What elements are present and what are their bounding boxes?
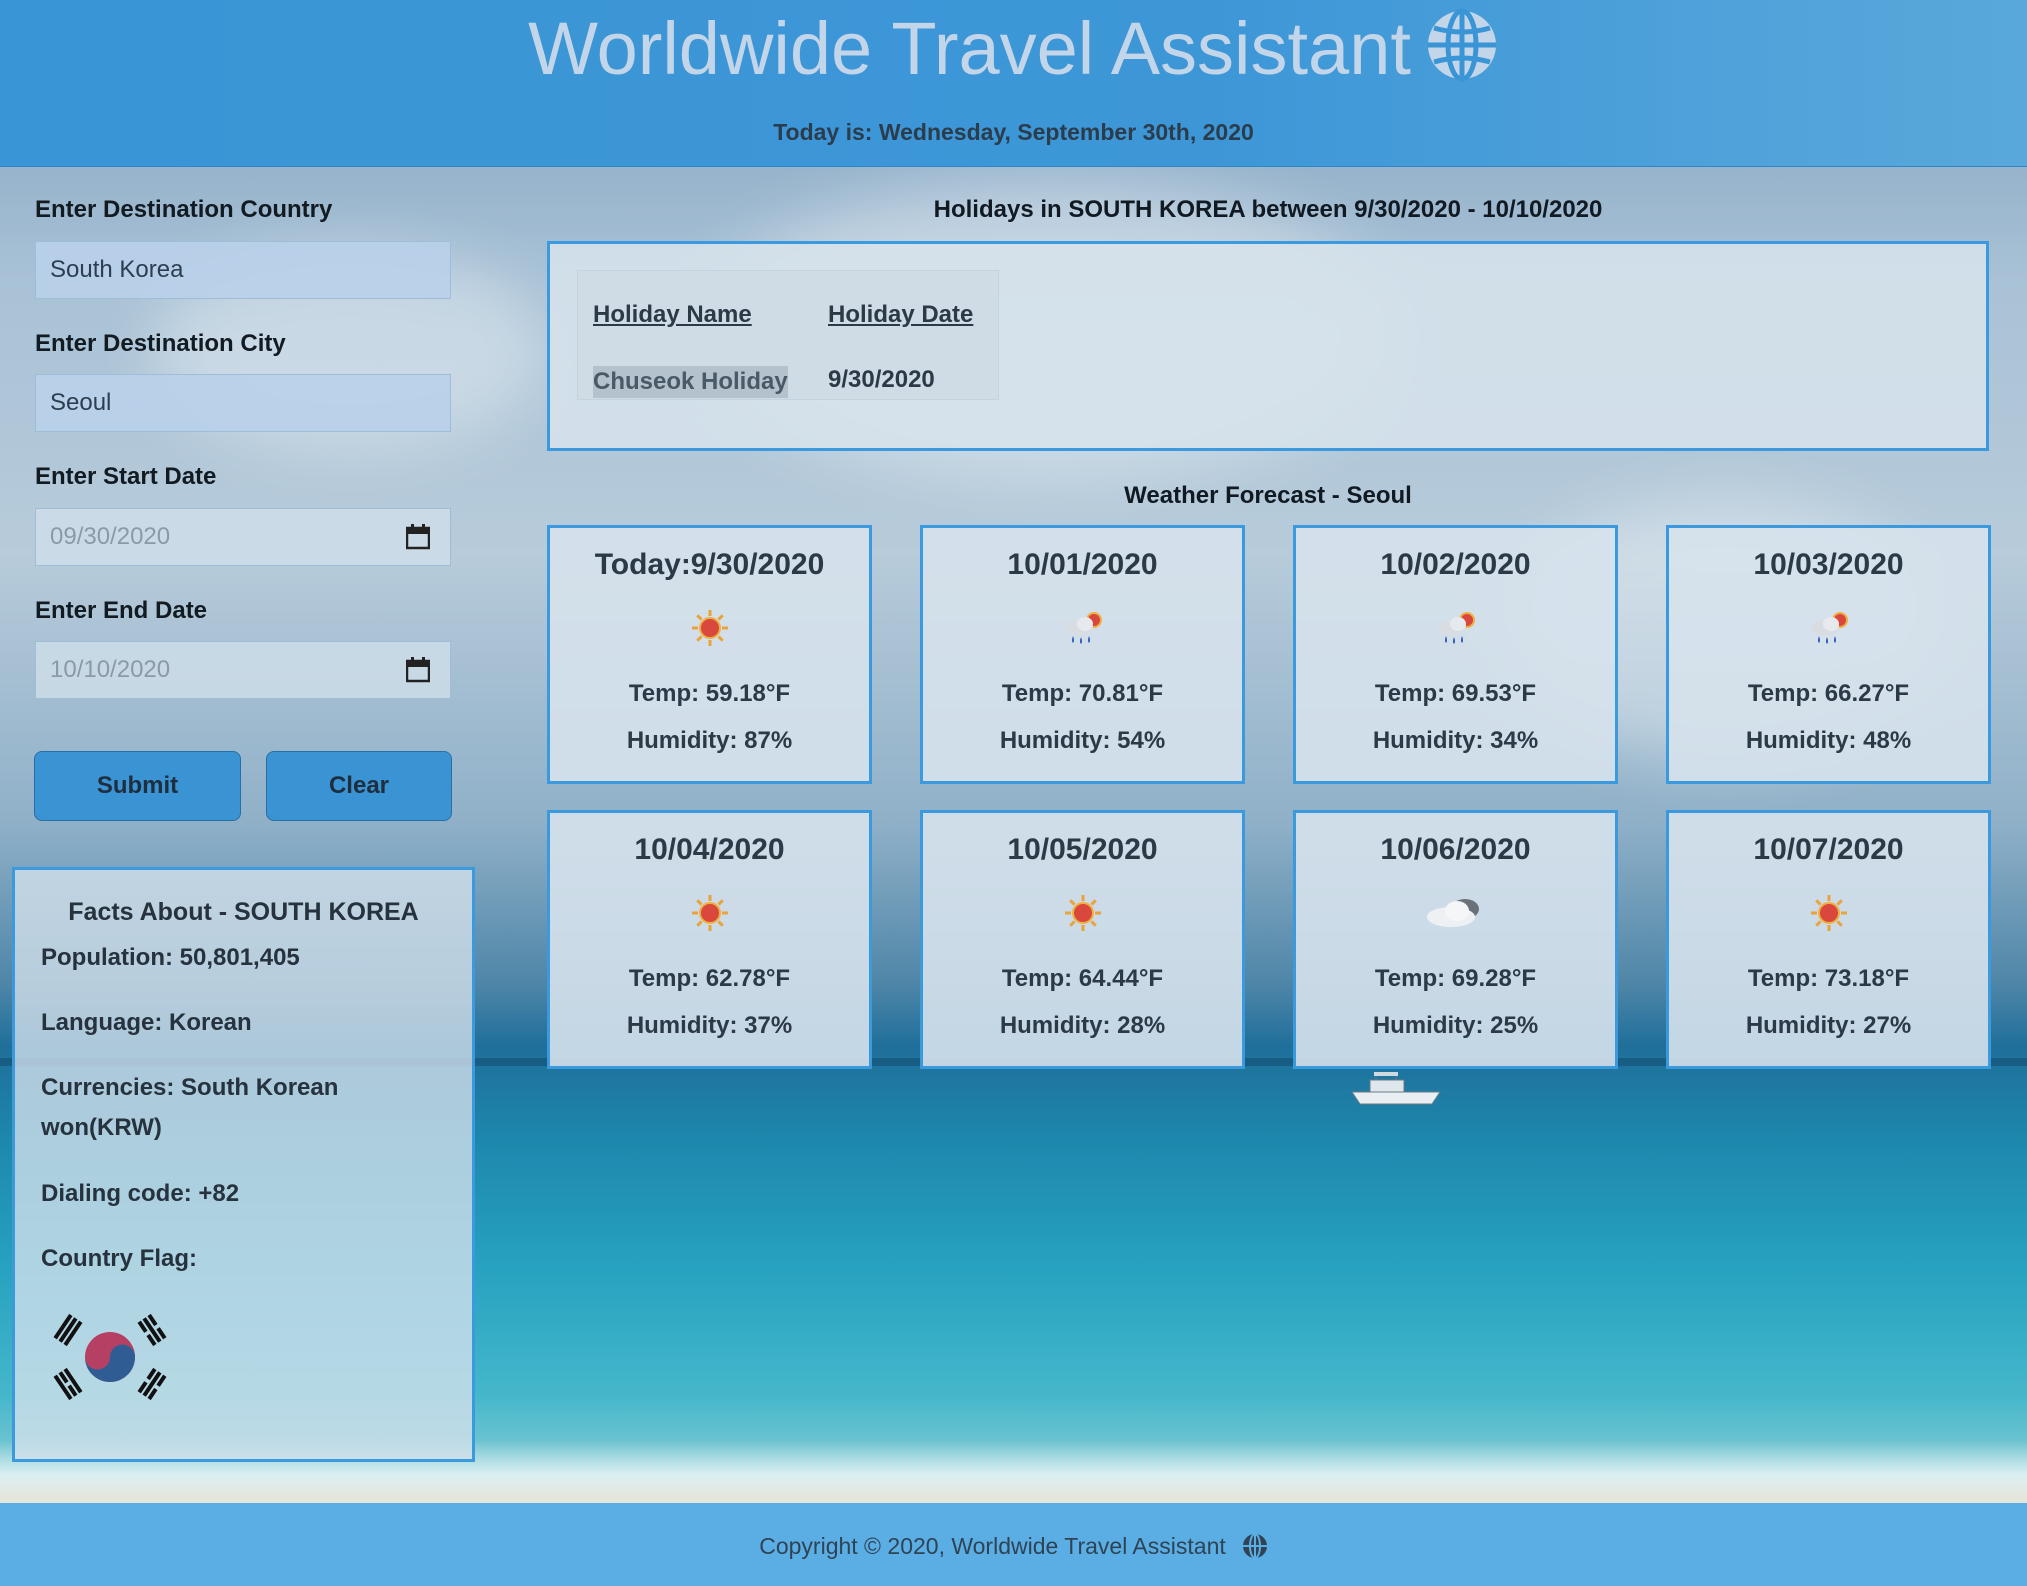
forecast-humidity: Humidity: 27% xyxy=(1745,1012,1912,1039)
copyright-label: Copyright © 2020, Worldwide Travel Assis… xyxy=(759,1533,1226,1559)
forecast-humidity: Humidity: 28% xyxy=(999,1012,1166,1039)
forecast-temp: Temp: 62.78°F xyxy=(628,965,791,992)
sun-icon xyxy=(688,606,732,650)
forecast-temp: Temp: 69.28°F xyxy=(1374,965,1537,992)
weather-card: 10/06/2020 Temp: 69.28°F Humidity: 25% xyxy=(1293,810,1618,1069)
weather-card: 10/07/2020 Temp: 73.18°F Humidity: 27% xyxy=(1666,810,1991,1069)
country-input[interactable]: South Korea xyxy=(35,241,451,299)
sun-icon xyxy=(688,891,732,935)
forecast-temp: Temp: 70.81°F xyxy=(1001,680,1164,707)
forecast-date: 10/06/2020 xyxy=(1380,833,1531,866)
submit-button[interactable]: Submit xyxy=(34,751,241,821)
forecast-humidity: Humidity: 48% xyxy=(1745,727,1912,754)
weather-card: 10/05/2020 Temp: 64.44°F Humidity: 28% xyxy=(920,810,1245,1069)
forecast-humidity: Humidity: 34% xyxy=(1372,727,1539,754)
rain-sun-icon xyxy=(1434,606,1478,650)
start-date-value: 09/30/2020 xyxy=(50,523,171,550)
weather-card: 10/03/2020 Temp: 66.27°F Humidity: 48% xyxy=(1666,525,1991,784)
cloud-icon xyxy=(1421,891,1491,935)
weather-card: 10/04/2020 Temp: 62.78°F Humidity: 37% xyxy=(547,810,872,1069)
holidays-table: Holiday Name Holiday Date Chuseok Holida… xyxy=(577,270,999,400)
start-date-input[interactable]: 09/30/2020 xyxy=(35,508,451,566)
rain-sun-icon xyxy=(1061,606,1105,650)
forecast-date: Today:9/30/2020 xyxy=(594,548,825,581)
copyright-text: Copyright © 2020, Worldwide Travel Assis… xyxy=(0,1533,2027,1560)
weather-card: 10/01/2020 Temp: 70.81°F Humidity: 54% xyxy=(920,525,1245,784)
forecast-humidity: Humidity: 87% xyxy=(626,727,793,754)
end-date-label: Enter End Date xyxy=(35,597,208,624)
forecast-date: 10/01/2020 xyxy=(1007,548,1158,581)
language-fact: Language: Korean xyxy=(41,1009,252,1036)
weather-card: 10/02/2020 Temp: 69.53°F Humidity: 34% xyxy=(1293,525,1618,784)
forecast-temp: Temp: 64.44°F xyxy=(1001,965,1164,992)
forecast-date: 10/03/2020 xyxy=(1753,548,1904,581)
holiday-date-header: Holiday Date xyxy=(828,301,974,328)
forecast-temp: Temp: 66.27°F xyxy=(1747,680,1910,707)
weather-title: Weather Forecast - Seoul xyxy=(1124,482,1412,509)
forecast-temp: Temp: 59.18°F xyxy=(628,680,791,707)
forecast-temp: Temp: 73.18°F xyxy=(1747,965,1910,992)
dialing-code-fact: Dialing code: +82 xyxy=(41,1180,240,1207)
sun-icon xyxy=(1807,891,1851,935)
city-label: Enter Destination City xyxy=(35,330,286,357)
rain-sun-icon xyxy=(1807,606,1851,650)
site-footer: Copyright © 2020, Worldwide Travel Assis… xyxy=(0,1503,2027,1586)
country-label: Enter Destination Country xyxy=(35,196,333,223)
globe-icon xyxy=(1427,8,1496,82)
forecast-humidity: Humidity: 37% xyxy=(626,1012,793,1039)
sun-icon xyxy=(1061,891,1105,935)
clear-button[interactable]: Clear xyxy=(266,751,452,821)
holidays-panel: Holiday Name Holiday Date Chuseok Holida… xyxy=(547,241,1989,451)
forecast-humidity: Humidity: 54% xyxy=(999,727,1166,754)
forecast-humidity: Humidity: 25% xyxy=(1372,1012,1539,1039)
population-fact: Population: 50,801,405 xyxy=(41,944,300,971)
boat-image xyxy=(1351,1072,1441,1105)
today-date: Today is: Wednesday, September 30th, 202… xyxy=(773,119,1254,145)
country-input-value: South Korea xyxy=(50,256,184,283)
holiday-date-cell: 9/30/2020 xyxy=(828,366,935,393)
city-input-value: Seoul xyxy=(50,389,112,416)
holiday-name-cell: Chuseok Holiday xyxy=(593,366,788,398)
weather-card: Today:9/30/2020 Temp: 59.18°F Humidity: 87… xyxy=(547,525,872,784)
end-date-input[interactable]: 10/10/2020 xyxy=(35,641,451,699)
globe-icon xyxy=(1242,1533,1267,1559)
calendar-icon[interactable] xyxy=(406,524,430,550)
forecast-date: 10/05/2020 xyxy=(1007,833,1158,866)
country-flag-label: Country Flag: xyxy=(41,1245,197,1272)
forecast-temp: Temp: 69.53°F xyxy=(1374,680,1537,707)
site-header: Worldwide Travel Assistant Today is: Wed… xyxy=(0,0,2027,167)
facts-title: Facts About - SOUTH KOREA xyxy=(68,898,419,926)
site-title-text: Worldwide Travel Assistant xyxy=(528,7,1411,90)
start-date-label: Enter Start Date xyxy=(35,463,217,490)
forecast-date: 10/07/2020 xyxy=(1753,833,1904,866)
end-date-value: 10/10/2020 xyxy=(50,656,171,683)
forecast-date: 10/04/2020 xyxy=(634,833,785,866)
site-title: Worldwide Travel Assistant xyxy=(0,6,2027,91)
forecast-date: 10/02/2020 xyxy=(1380,548,1531,581)
calendar-icon[interactable] xyxy=(406,657,430,683)
south-korea-flag-image xyxy=(53,1313,167,1401)
holiday-name-header: Holiday Name xyxy=(593,301,752,328)
currencies-fact: Currencies: South Korean won(KRW) xyxy=(41,1074,339,1141)
holidays-title: Holidays in SOUTH KOREA between 9/30/202… xyxy=(933,196,1603,223)
city-input[interactable]: Seoul xyxy=(35,374,451,432)
